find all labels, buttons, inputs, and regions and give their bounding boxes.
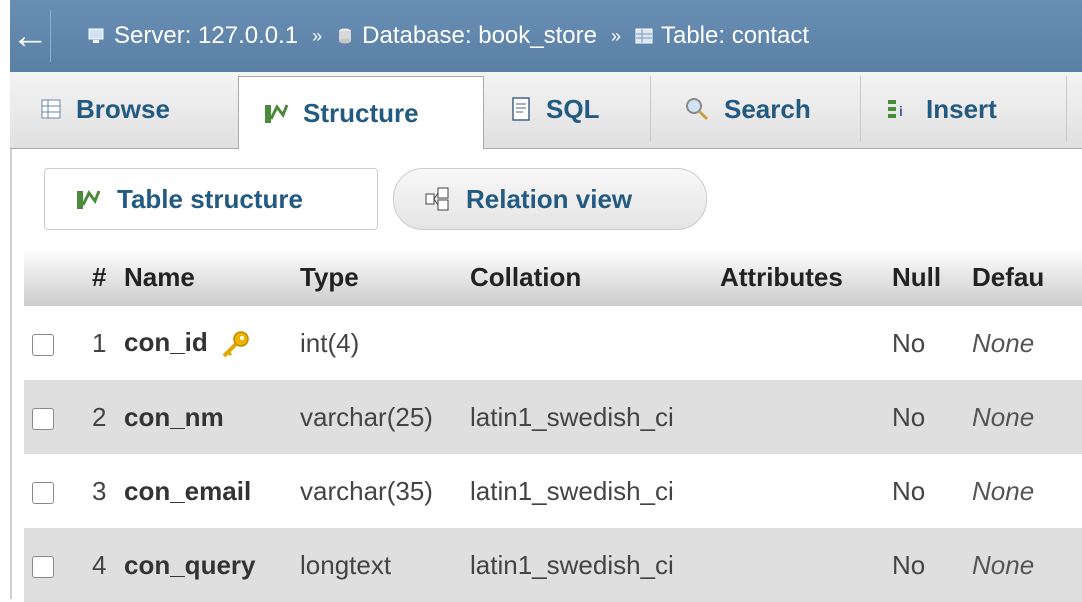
sql-icon xyxy=(512,97,530,121)
row-checkbox-cell xyxy=(24,306,84,380)
relation-icon xyxy=(425,187,449,211)
structure-icon xyxy=(265,104,289,123)
row-checkbox[interactable] xyxy=(32,407,54,430)
table-header-row: # Name Type Collation Attributes Null De… xyxy=(24,248,1082,306)
column-default: None xyxy=(964,528,1082,602)
column-attributes xyxy=(712,380,884,454)
breadcrumb: Server: 127.0.0.1 » Database: book_store… xyxy=(88,0,809,72)
row-number: 1 xyxy=(84,306,116,380)
structure-table: # Name Type Collation Attributes Null De… xyxy=(24,248,1082,602)
tab-label: Search xyxy=(724,93,811,124)
structure-icon xyxy=(77,190,101,209)
column-name: con_id xyxy=(124,327,208,358)
breadcrumb-table[interactable]: Table: contact xyxy=(635,22,809,50)
table-row: 4 con_query longtext latin1_swedish_ci N… xyxy=(24,528,1082,602)
header-null[interactable]: Null xyxy=(884,248,964,306)
column-collation: latin1_swedish_ci xyxy=(462,528,712,602)
row-checkbox[interactable] xyxy=(32,555,54,578)
column-type: int(4) xyxy=(292,306,462,380)
row-number: 2 xyxy=(84,380,116,454)
table-row: 2 con_nm varchar(25) latin1_swedish_ci N… xyxy=(24,380,1082,454)
database-icon xyxy=(339,28,352,44)
table-row: 1 con_id int(4) No None xyxy=(24,306,1082,380)
primary-key-icon xyxy=(222,330,249,357)
server-icon xyxy=(88,28,104,43)
row-number: 3 xyxy=(84,454,116,528)
column-null: No xyxy=(884,528,964,602)
tab-sql[interactable]: SQL xyxy=(496,76,651,142)
header-type[interactable]: Type xyxy=(292,248,462,306)
table-icon xyxy=(635,28,653,44)
breadcrumb-database[interactable]: Database: book_store xyxy=(336,22,597,50)
row-checkbox-cell xyxy=(24,380,84,454)
column-attributes xyxy=(712,528,884,602)
header-collation[interactable]: Collation xyxy=(462,248,712,306)
header-attributes[interactable]: Attributes xyxy=(712,248,884,306)
column-type: longtext xyxy=(292,528,462,602)
tab-label: Structure xyxy=(303,97,419,128)
column-name: con_query xyxy=(116,528,292,602)
subtab-relation-view[interactable]: Relation view xyxy=(393,168,707,230)
table-label: Table: contact xyxy=(660,22,810,49)
breadcrumb-server[interactable]: Server: 127.0.0.1 xyxy=(88,22,298,50)
server-label: Server: 127.0.0.1 xyxy=(114,22,299,49)
column-default: None xyxy=(964,380,1082,454)
column-attributes xyxy=(712,454,884,528)
breadcrumb-separator: » xyxy=(312,25,323,46)
column-type: varchar(35) xyxy=(292,454,462,528)
tab-label: SQL xyxy=(546,93,600,124)
header-number[interactable]: # xyxy=(84,248,116,306)
column-null: No xyxy=(884,380,964,454)
database-label: Database: book_store xyxy=(362,22,597,49)
header-default[interactable]: Defau xyxy=(964,248,1082,306)
search-icon xyxy=(686,98,709,121)
browse-icon xyxy=(41,99,61,119)
table-row: 3 con_email varchar(35) latin1_swedish_c… xyxy=(24,454,1082,528)
column-collation xyxy=(462,306,712,380)
column-name: con_email xyxy=(116,454,292,528)
main-tabs: Browse Structure SQL Search i Insert xyxy=(10,72,1082,150)
column-null: No xyxy=(884,454,964,528)
column-collation: latin1_swedish_ci xyxy=(462,380,712,454)
row-number: 4 xyxy=(84,528,116,602)
header-checkbox xyxy=(24,248,84,306)
subtab-label: Relation view xyxy=(466,183,633,214)
svg-text:i: i xyxy=(899,103,903,119)
row-checkbox-cell xyxy=(24,454,84,528)
insert-icon: i xyxy=(888,100,903,119)
tab-insert[interactable]: i Insert xyxy=(860,76,1067,142)
column-default: None xyxy=(964,454,1082,528)
column-name-cell: con_id xyxy=(116,306,292,380)
column-collation: latin1_swedish_ci xyxy=(462,454,712,528)
tab-label: Browse xyxy=(76,93,170,124)
tab-structure[interactable]: Structure xyxy=(238,76,484,150)
row-checkbox[interactable] xyxy=(32,333,54,356)
column-null: No xyxy=(884,306,964,380)
breadcrumb-bar: ← Server: 127.0.0.1 » Database: book_sto… xyxy=(10,0,1082,73)
column-type: varchar(25) xyxy=(292,380,462,454)
back-arrow-icon[interactable]: ← xyxy=(10,10,51,62)
breadcrumb-separator: » xyxy=(610,25,621,46)
tab-label: Insert xyxy=(926,93,997,124)
row-checkbox[interactable] xyxy=(32,481,54,504)
tab-browse[interactable]: Browse xyxy=(40,76,239,142)
subtab-table-structure[interactable]: Table structure xyxy=(44,168,378,230)
column-name: con_nm xyxy=(116,380,292,454)
row-checkbox-cell xyxy=(24,528,84,602)
header-name[interactable]: Name xyxy=(116,248,292,306)
subtab-label: Table structure xyxy=(117,183,303,214)
column-attributes xyxy=(712,306,884,380)
column-default: None xyxy=(964,306,1082,380)
tab-search[interactable]: Search xyxy=(650,76,861,142)
